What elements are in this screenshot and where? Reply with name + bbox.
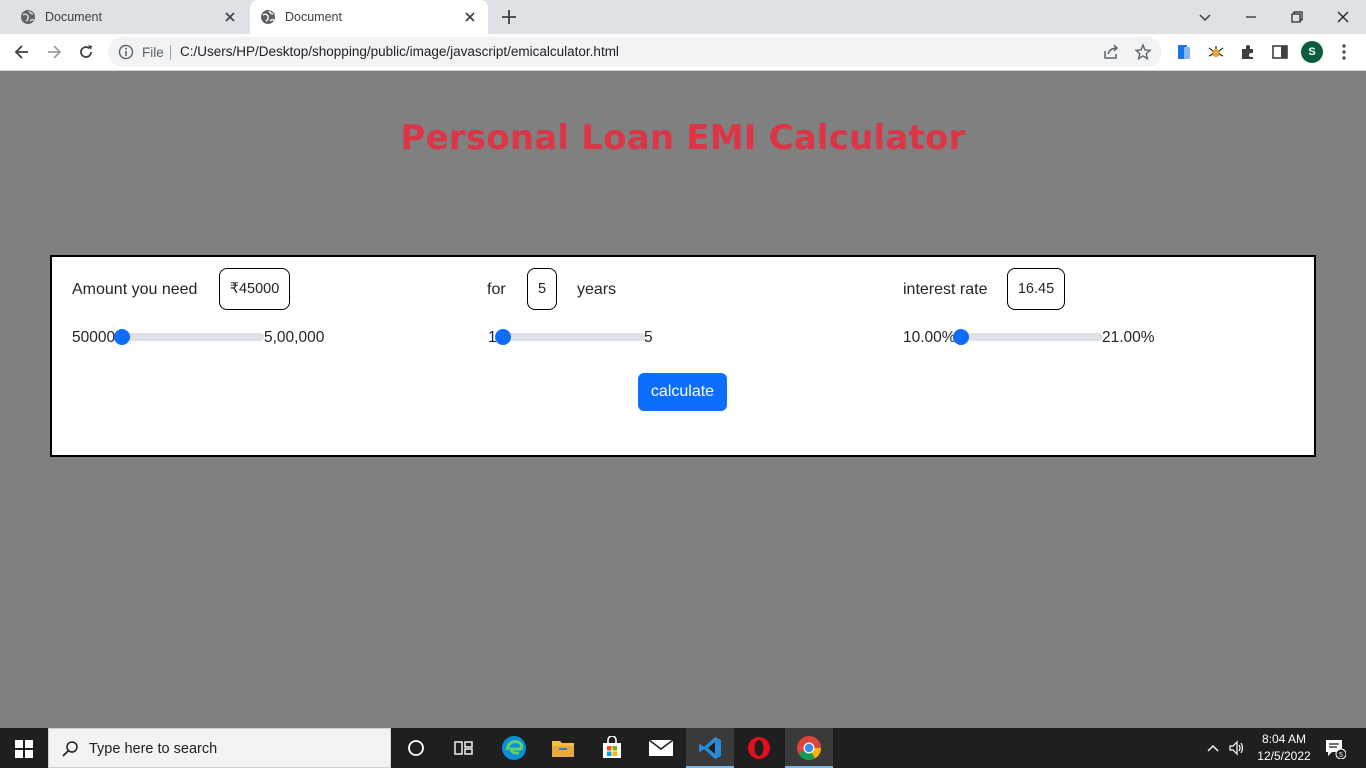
browser-toolbar: File C:/Users/HP/Desktop/shopping/public… xyxy=(0,34,1366,71)
calculate-button[interactable]: calculate xyxy=(638,373,727,411)
close-window-icon[interactable] xyxy=(1332,6,1354,28)
amount-input[interactable]: ₹45000 xyxy=(219,268,290,310)
extension-bug-icon[interactable] xyxy=(1206,42,1226,62)
amount-slider-thumb[interactable] xyxy=(114,329,130,345)
browser-tab-strip: Document Document xyxy=(0,0,1366,34)
interest-slider-thumb[interactable] xyxy=(953,329,969,345)
taskbar-mail[interactable] xyxy=(637,728,685,768)
side-panel-icon[interactable] xyxy=(1270,42,1290,62)
scheme-label: File xyxy=(142,45,164,60)
interest-rate-slider[interactable] xyxy=(953,329,1103,345)
taskbar-search-box[interactable]: Type here to search xyxy=(48,728,391,768)
cortana-circle-icon xyxy=(408,740,424,756)
restore-icon[interactable] xyxy=(1286,6,1308,28)
tenure-slider[interactable] xyxy=(495,329,645,345)
tenure-input[interactable]: 5 xyxy=(527,268,557,310)
minimize-icon[interactable] xyxy=(1240,6,1262,28)
globe-icon xyxy=(21,10,35,24)
forward-arrow-icon[interactable] xyxy=(44,42,64,62)
notification-count: 5 xyxy=(1339,752,1343,759)
reload-icon[interactable] xyxy=(76,42,96,62)
new-tab-icon[interactable] xyxy=(498,6,520,28)
folder-icon xyxy=(552,741,574,757)
extensions-puzzle-icon[interactable] xyxy=(1238,42,1258,62)
taskbar-clock[interactable]: 8:04 AM 12/5/2022 xyxy=(1248,731,1320,765)
tab-title: Document xyxy=(285,10,342,24)
kebab-menu-icon[interactable] xyxy=(1334,42,1354,62)
address-bar[interactable]: File C:/Users/HP/Desktop/shopping/public… xyxy=(108,37,1162,67)
url-text[interactable]: C:/Users/HP/Desktop/shopping/public/imag… xyxy=(180,44,619,59)
task-view-button[interactable] xyxy=(440,728,488,768)
windows-start-icon[interactable] xyxy=(15,740,33,758)
address-separator xyxy=(170,45,171,60)
amount-min-label: 50000 xyxy=(72,329,116,346)
microsoft-store-icon xyxy=(603,736,621,758)
task-view-icon xyxy=(454,741,473,755)
info-icon[interactable] xyxy=(118,44,134,60)
browser-tab[interactable]: Document xyxy=(0,0,248,34)
interest-min-label: 10.00% xyxy=(903,329,956,346)
taskbar-vscode[interactable] xyxy=(686,728,734,768)
interest-rate-label: interest rate xyxy=(903,281,988,298)
close-tab-icon[interactable] xyxy=(222,9,238,25)
taskbar-file-explorer[interactable] xyxy=(539,728,587,768)
notification-center-icon[interactable]: 5 xyxy=(1324,737,1346,759)
search-icon xyxy=(62,741,78,757)
browser-tab-active[interactable]: Document xyxy=(250,0,488,34)
clock-date: 12/5/2022 xyxy=(1257,749,1311,763)
cortana-button[interactable] xyxy=(392,728,440,768)
windows-taskbar: Type here to search 8:04 AM 12/5/2022 5 xyxy=(0,728,1366,768)
tenure-max-label: 5 xyxy=(644,329,653,346)
taskbar-chrome[interactable] xyxy=(785,728,833,768)
extension-translate-icon[interactable] xyxy=(1174,42,1194,62)
clock-time: 8:04 AM xyxy=(1261,732,1307,746)
share-icon[interactable] xyxy=(1102,43,1120,61)
profile-avatar[interactable]: S xyxy=(1301,41,1323,63)
volume-speaker-icon[interactable] xyxy=(1228,739,1246,757)
page-title: Personal Loan EMI Calculator xyxy=(400,118,966,158)
tab-search-chevron-icon[interactable] xyxy=(1194,6,1216,28)
tenure-prefix-label: for xyxy=(487,281,506,298)
interest-rate-input[interactable]: 16.45 xyxy=(1007,268,1065,310)
taskbar-search-placeholder: Type here to search xyxy=(89,741,218,757)
mail-envelope-icon xyxy=(648,739,674,756)
amount-slider[interactable] xyxy=(114,329,264,345)
globe-icon xyxy=(261,10,275,24)
tenure-slider-thumb[interactable] xyxy=(495,329,511,345)
edge-browser-icon xyxy=(502,736,526,760)
taskbar-store[interactable] xyxy=(588,728,636,768)
tenure-suffix-label: years xyxy=(577,281,617,298)
close-tab-icon[interactable] xyxy=(462,9,478,25)
amount-label: Amount you need xyxy=(72,281,198,298)
tab-title: Document xyxy=(45,10,102,24)
amount-max-label: 5,00,000 xyxy=(264,329,325,346)
bookmark-star-icon[interactable] xyxy=(1134,43,1152,61)
chrome-browser-icon xyxy=(797,736,821,761)
show-hidden-icons-chevron-icon[interactable] xyxy=(1204,739,1222,757)
back-arrow-icon[interactable] xyxy=(12,42,32,62)
taskbar-edge[interactable] xyxy=(490,728,538,768)
vscode-icon xyxy=(699,737,721,759)
taskbar-opera[interactable] xyxy=(735,728,783,768)
interest-max-label: 21.00% xyxy=(1102,329,1155,346)
opera-browser-icon xyxy=(748,737,770,759)
